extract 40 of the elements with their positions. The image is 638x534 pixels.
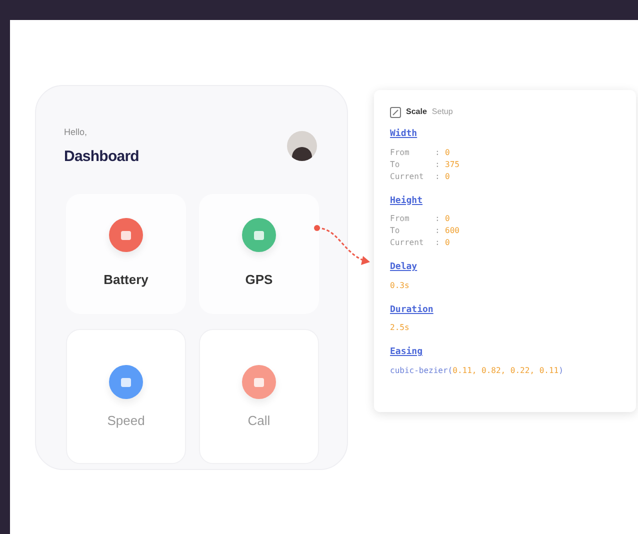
property-key: Current [390, 237, 435, 249]
separator-text: : [435, 237, 441, 249]
property-value: 0 [445, 237, 450, 249]
property-value: 0 [445, 213, 450, 225]
greeting-text: Hello, [64, 126, 88, 139]
property-heading: Width [390, 128, 418, 141]
tile-card[interactable]: GPS [199, 194, 319, 314]
tile-label: Speed [107, 412, 145, 430]
tile-card[interactable]: Battery [66, 194, 186, 314]
separator-text: : [435, 213, 441, 225]
property-value: 600 [445, 225, 460, 237]
property-value: 375 [445, 158, 460, 170]
property-key: From [390, 146, 435, 158]
property-key: To [390, 225, 435, 237]
separator-text: : [435, 158, 441, 170]
tile-label: Battery [104, 271, 148, 289]
property-value: 0 [445, 146, 450, 158]
property-value: 0 [445, 170, 450, 182]
easing-values: 0.11, 0.82, 0.22, 0.11 [452, 364, 559, 376]
property-heading: Duration [390, 304, 434, 316]
property-key: To [390, 158, 435, 170]
property-value: 2.5s [390, 322, 410, 334]
paren-text: ) [558, 364, 564, 376]
separator-text: : [435, 225, 441, 237]
property-value: 0.3s [390, 280, 410, 292]
property-heading: Height [390, 194, 424, 208]
square-icon [390, 106, 401, 118]
property-key: Current [390, 170, 435, 182]
inspector-subtitle: Setup [432, 106, 453, 118]
property-key: From [390, 213, 435, 225]
tile-label: GPS [245, 271, 273, 289]
tile-label: Call [248, 412, 270, 430]
inspector-title: Scale [406, 106, 427, 118]
avatar-icon [287, 131, 317, 161]
property-heading: Delay [390, 261, 418, 274]
dashboard-title: Dashboard [64, 146, 139, 166]
easing-function: cubic-bezier( [390, 364, 453, 376]
property-heading: Easing [390, 346, 424, 359]
separator-text: : [435, 146, 441, 158]
separator-text: : [435, 170, 441, 182]
